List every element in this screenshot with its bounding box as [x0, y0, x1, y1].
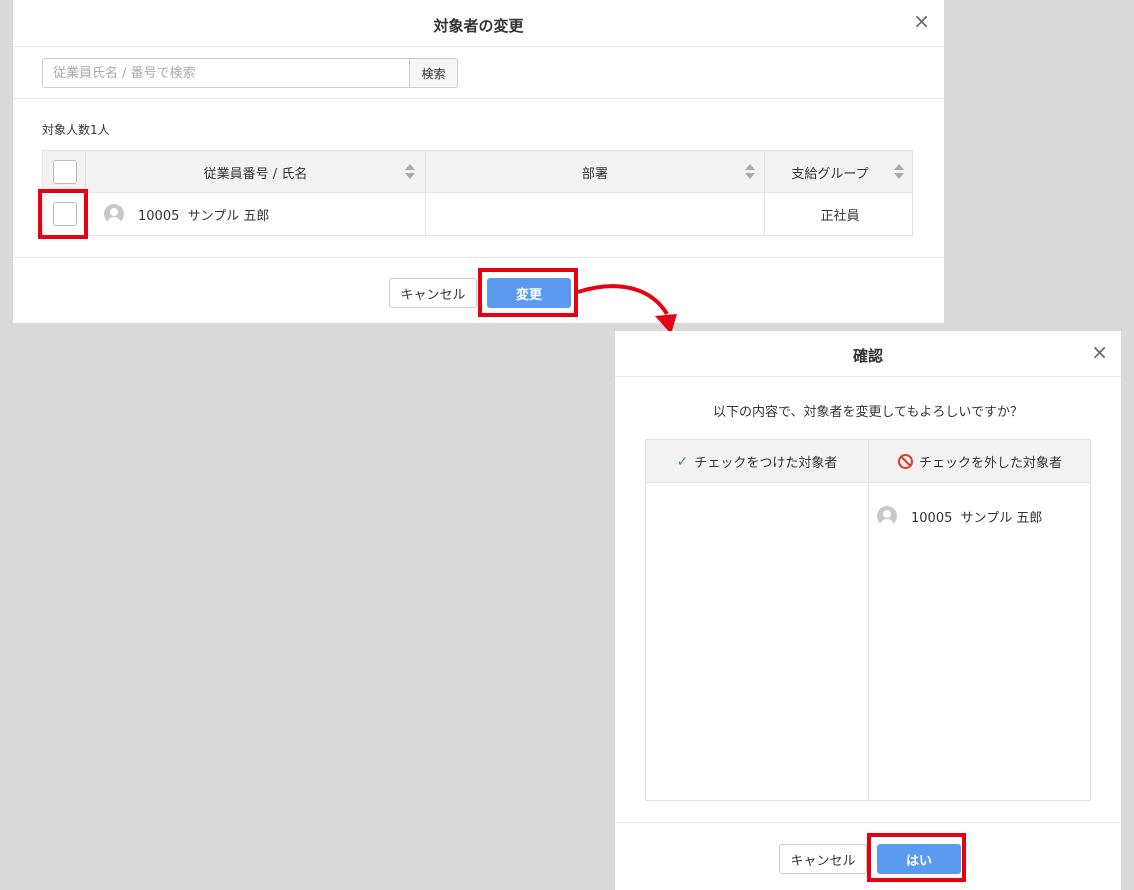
column-header-pay-group[interactable]: 支給グループ	[765, 151, 915, 193]
confirm-message: 以下の内容で、対象者を変更してもよろしいですか？	[712, 405, 1024, 420]
search-button[interactable]: 検索	[409, 58, 458, 88]
column-header-label: 支給グループ	[791, 166, 869, 182]
search-input[interactable]	[42, 58, 410, 88]
sort-icon[interactable]	[745, 163, 755, 181]
table-row[interactable]: 10005 サンプル 五郎 正社員	[43, 193, 912, 235]
column-header-label: 部署	[581, 166, 608, 182]
column-header-employee[interactable]: 従業員番号 / 氏名	[86, 151, 425, 193]
avatar	[877, 506, 897, 526]
list-item: 10005 サンプル 五郎	[877, 495, 1042, 537]
divider	[615, 822, 1121, 823]
column-header-label: 従業員番号 / 氏名	[203, 166, 308, 182]
change-button[interactable]: 変更	[487, 278, 571, 308]
avatar	[104, 204, 124, 224]
sort-icon[interactable]	[894, 163, 904, 181]
dialog-title: 対象者の変更	[433, 17, 524, 35]
divider	[13, 98, 944, 99]
employee-name: 10005 サンプル 五郎	[911, 510, 1043, 526]
close-icon[interactable]: ×	[1091, 342, 1108, 362]
divider	[13, 46, 944, 47]
column-header-department[interactable]: 部署	[426, 151, 764, 193]
column-divider	[868, 440, 869, 800]
column-header-label: チェックをつけた対象者	[694, 456, 838, 471]
employee-table: 従業員番号 / 氏名 部署 支給グループ 10005 サンプル 五郎 正社員	[42, 150, 913, 236]
column-header-checked: ✓ チェックをつけた対象者	[646, 440, 868, 483]
cancel-button[interactable]: キャンセル	[389, 278, 477, 308]
dialog-title: 確認	[852, 347, 883, 365]
cancel-button[interactable]: キャンセル	[779, 844, 867, 874]
target-count-label: 対象人数1人	[42, 123, 110, 137]
select-all-checkbox[interactable]	[53, 160, 77, 184]
divider	[13, 257, 944, 258]
employee-cell: 10005 サンプル 五郎	[104, 193, 269, 235]
arrow-icon	[577, 284, 677, 334]
confirm-dialog: 確認 × 以下の内容で、対象者を変更してもよろしいですか？ ✓ チェックをつけた…	[615, 331, 1121, 890]
table-header: 従業員番号 / 氏名 部署 支給グループ	[43, 151, 912, 193]
column-header-label: チェックを外した対象者	[918, 456, 1062, 471]
change-target-dialog: 対象者の変更 × 検索 対象人数1人 従業員番号 / 氏名 部署 支給グループ	[13, 0, 944, 323]
close-icon[interactable]: ×	[913, 11, 930, 31]
check-icon: ✓	[676, 453, 689, 470]
ban-icon	[897, 454, 913, 469]
change-summary-table: ✓ チェックをつけた対象者 チェックを外した対象者 10005 サンプル 五郎	[645, 439, 1091, 801]
row-checkbox[interactable]	[53, 202, 77, 226]
yes-button[interactable]: はい	[877, 844, 961, 874]
pay-group-cell: 正社員	[820, 208, 860, 224]
column-header-unchecked: チェックを外した対象者	[869, 440, 1091, 483]
divider	[615, 376, 1121, 377]
search-bar: 検索	[42, 58, 458, 88]
sort-icon[interactable]	[405, 163, 415, 181]
department-cell	[426, 193, 764, 235]
employee-name: 10005 サンプル 五郎	[138, 208, 270, 224]
